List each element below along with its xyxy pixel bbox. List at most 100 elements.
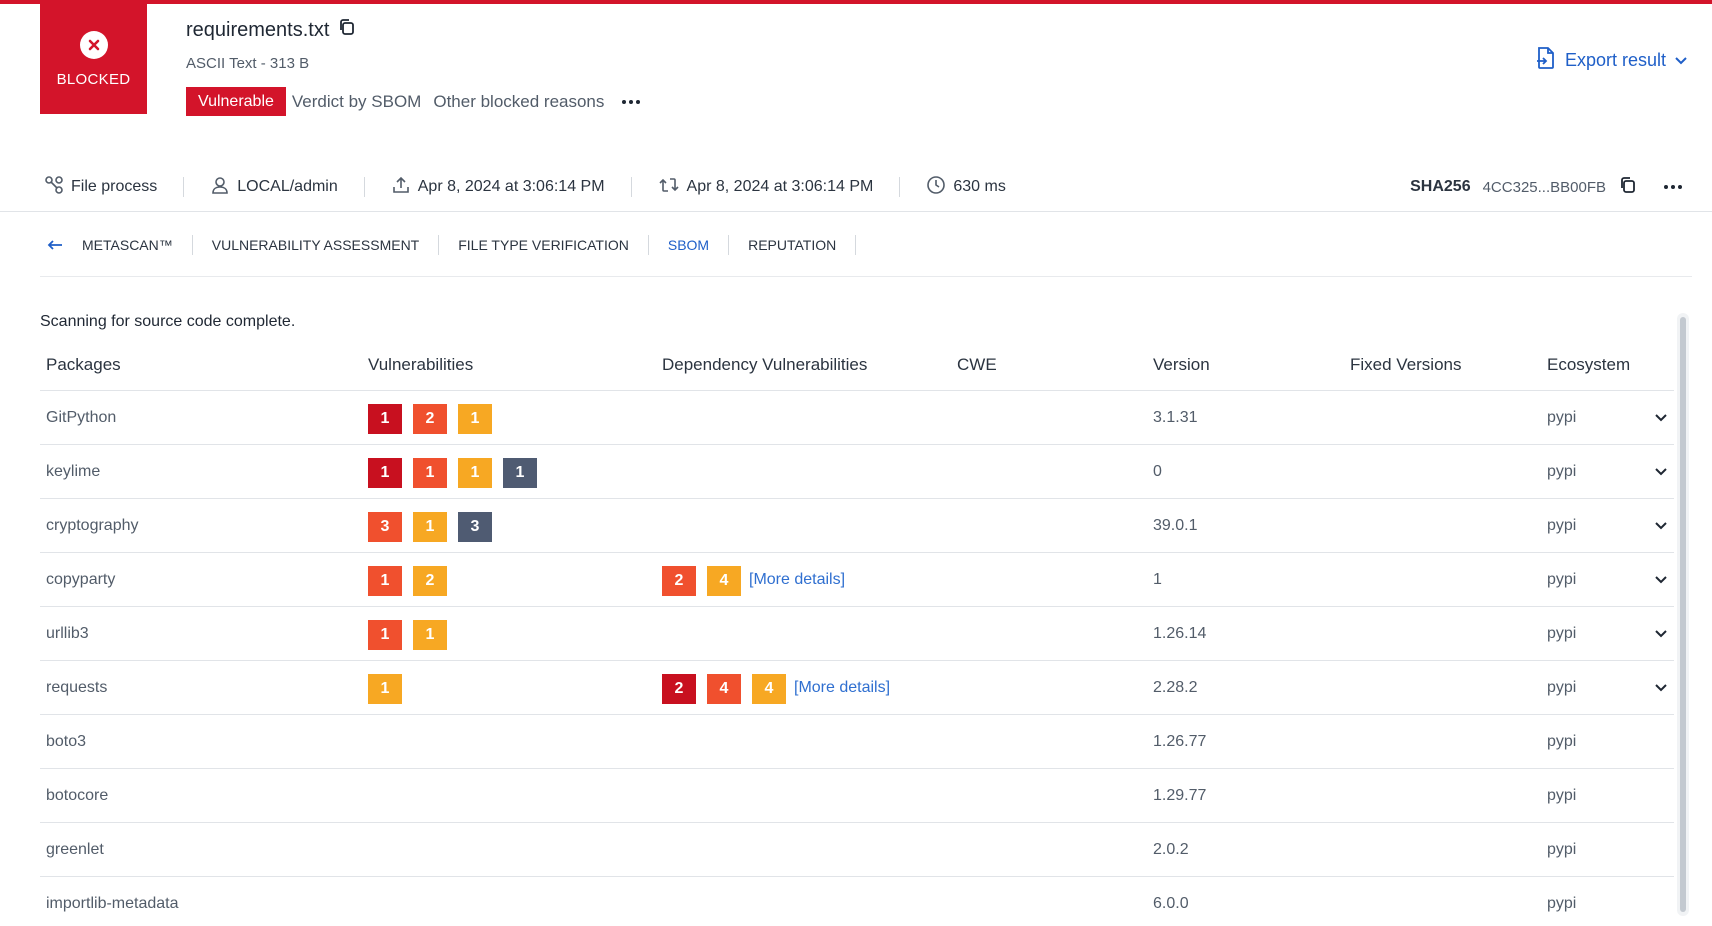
severity-badge-medium[interactable]: 4 (707, 566, 741, 596)
verdict-block: BLOCKED (40, 4, 147, 114)
severity-badge-high[interactable]: 1 (413, 458, 447, 488)
header-divider (0, 211, 1712, 212)
version-cell: 6.0.0 (1153, 894, 1189, 912)
severity-badge-high[interactable]: 1 (368, 566, 402, 596)
severity-badge-unknown[interactable]: 3 (458, 512, 492, 542)
vulnerabilities-cell: 121 (368, 401, 662, 434)
severity-badge-critical[interactable]: 1 (368, 458, 402, 488)
ecosystem-cell: pypi (1547, 462, 1577, 480)
ecosystem-cell: pypi (1547, 408, 1577, 426)
tabs-divider (40, 276, 1692, 277)
export-file-icon (1535, 46, 1557, 75)
severity-badge-medium[interactable]: 1 (413, 620, 447, 650)
severity-badge-high[interactable]: 2 (662, 566, 696, 596)
severity-badge-medium[interactable]: 2 (413, 566, 447, 596)
more-reasons-icon[interactable] (622, 99, 641, 104)
version-cell: 0 (1153, 462, 1162, 480)
chevron-down-icon[interactable] (1647, 683, 1674, 693)
tab-sbom[interactable]: SBOM (649, 235, 730, 255)
user-icon (210, 175, 230, 200)
severity-badge-medium[interactable]: 1 (458, 404, 492, 434)
col-dependency-vulnerabilities: Dependency Vulnerabilities (662, 355, 868, 374)
package-name: greenlet (46, 840, 104, 858)
chevron-down-icon (1674, 50, 1688, 71)
table-row[interactable]: urllib3 1 1 1.26.14 pypi (40, 607, 1674, 661)
package-name: cryptography (46, 516, 139, 534)
table-body: GitPython 1 2 1 3.1.31 pypi keylime 1 1 1 1 0 pypi cr… (40, 391, 1674, 926)
severity-badge-medium[interactable]: 4 (752, 674, 786, 704)
tab-reputation[interactable]: REPUTATION (729, 235, 857, 255)
severity-badge-critical[interactable]: 2 (662, 674, 696, 704)
ecosystem-cell: pypi (1547, 678, 1577, 696)
ecosystem-cell: pypi (1547, 786, 1577, 804)
chevron-down-icon[interactable] (1647, 467, 1674, 477)
severity-badge-medium[interactable]: 1 (458, 458, 492, 488)
dependency-vulnerabilities-cell: 2 4 [More details] (662, 563, 957, 596)
severity-badge-high[interactable]: 1 (368, 620, 402, 650)
file-name: requirements.txt (186, 18, 330, 41)
version-cell: 2.0.2 (1153, 840, 1189, 858)
tab-vulnerability-assessment[interactable]: VULNERABILITY ASSESSMENT (193, 235, 440, 255)
more-details-link[interactable]: [More details] (749, 571, 845, 589)
table-row[interactable]: boto3 1.26.77 pypi (40, 715, 1674, 769)
other-blocked-reasons: Other blocked reasons (433, 91, 605, 111)
table-row[interactable]: importlib-metadata 6.0.0 pypi (40, 877, 1674, 926)
severity-badge-critical[interactable]: 1 (368, 404, 402, 434)
upload-icon (391, 175, 411, 200)
export-result-button[interactable]: Export result (1535, 46, 1688, 75)
more-options-icon[interactable] (1664, 185, 1682, 189)
severity-badge-high[interactable]: 4 (707, 674, 741, 704)
table-row[interactable]: botocore 1.29.77 pypi (40, 769, 1674, 823)
col-ecosystem: Ecosystem (1547, 355, 1631, 374)
version-cell: 1 (1153, 570, 1162, 588)
chevron-down-icon[interactable] (1647, 575, 1674, 585)
package-name: requests (46, 678, 108, 696)
verdict-label: BLOCKED (56, 70, 131, 88)
more-details-link[interactable]: [More details] (794, 679, 890, 697)
ecosystem-cell: pypi (1547, 624, 1577, 642)
ecosystem-cell: pypi (1547, 570, 1577, 588)
user-item: LOCAL/admin (210, 175, 338, 200)
back-arrow-icon[interactable] (46, 235, 64, 255)
severity-badge-high[interactable]: 3 (368, 512, 402, 542)
package-name: keylime (46, 462, 101, 480)
package-name: importlib-metadata (46, 894, 179, 912)
chevron-down-icon[interactable] (1647, 521, 1674, 531)
vulnerable-tag[interactable]: Vulnerable (186, 87, 286, 116)
table-row[interactable]: copyparty 1 2 2 4 [More details] 1 pypi (40, 553, 1674, 607)
export-result-label: Export result (1564, 50, 1666, 70)
severity-badge-medium[interactable]: 1 (413, 512, 447, 542)
ecosystem-cell: pypi (1547, 894, 1577, 912)
vulnerabilities-cell: 313 (368, 509, 662, 542)
divider (363, 177, 365, 197)
file-process-label: File process (71, 178, 158, 195)
vertical-scrollbar[interactable] (1677, 313, 1689, 916)
user-label: LOCAL/admin (237, 178, 338, 195)
table-row[interactable]: keylime 1 1 1 1 0 pypi (40, 445, 1674, 499)
chevron-down-icon[interactable] (1647, 413, 1674, 423)
tab-metascan[interactable]: METASCAN™ (46, 235, 193, 255)
scrollbar-thumb[interactable] (1680, 317, 1686, 912)
col-vulnerabilities: Vulnerabilities (368, 355, 474, 374)
sha-value: 4CC325...BB00FB (1482, 178, 1606, 196)
package-name: botocore (46, 786, 109, 804)
dependency-vulnerabilities-cell: 2 4 4 [More details] (662, 671, 957, 704)
severity-badge-medium[interactable]: 1 (368, 674, 402, 704)
file-name-row: requirements.txt (186, 17, 357, 43)
verdict-tags: Vulnerable Verdict by SBOM Other blocked… (186, 87, 641, 116)
top-accent-bar (0, 0, 1712, 4)
severity-badge-high[interactable]: 2 (413, 404, 447, 434)
file-process-item[interactable]: File process (44, 175, 157, 200)
tab-file-type-verification[interactable]: FILE TYPE VERIFICATION (439, 235, 649, 255)
copy-hash-icon[interactable] (1618, 175, 1638, 200)
copy-icon[interactable] (337, 17, 357, 43)
ecosystem-cell: pypi (1547, 516, 1577, 534)
vulnerabilities-cell: 12 (368, 563, 662, 596)
chevron-down-icon[interactable] (1647, 629, 1674, 639)
table-row[interactable]: cryptography 3 1 3 39.0.1 pypi (40, 499, 1674, 553)
table-row[interactable]: requests 1 2 4 4 [More details] 2.28.2 pypi (40, 661, 1674, 715)
sha-label: SHA256 (1410, 178, 1471, 195)
severity-badge-unknown[interactable]: 1 (503, 458, 537, 488)
table-row[interactable]: greenlet 2.0.2 pypi (40, 823, 1674, 877)
table-row[interactable]: GitPython 1 2 1 3.1.31 pypi (40, 391, 1674, 445)
